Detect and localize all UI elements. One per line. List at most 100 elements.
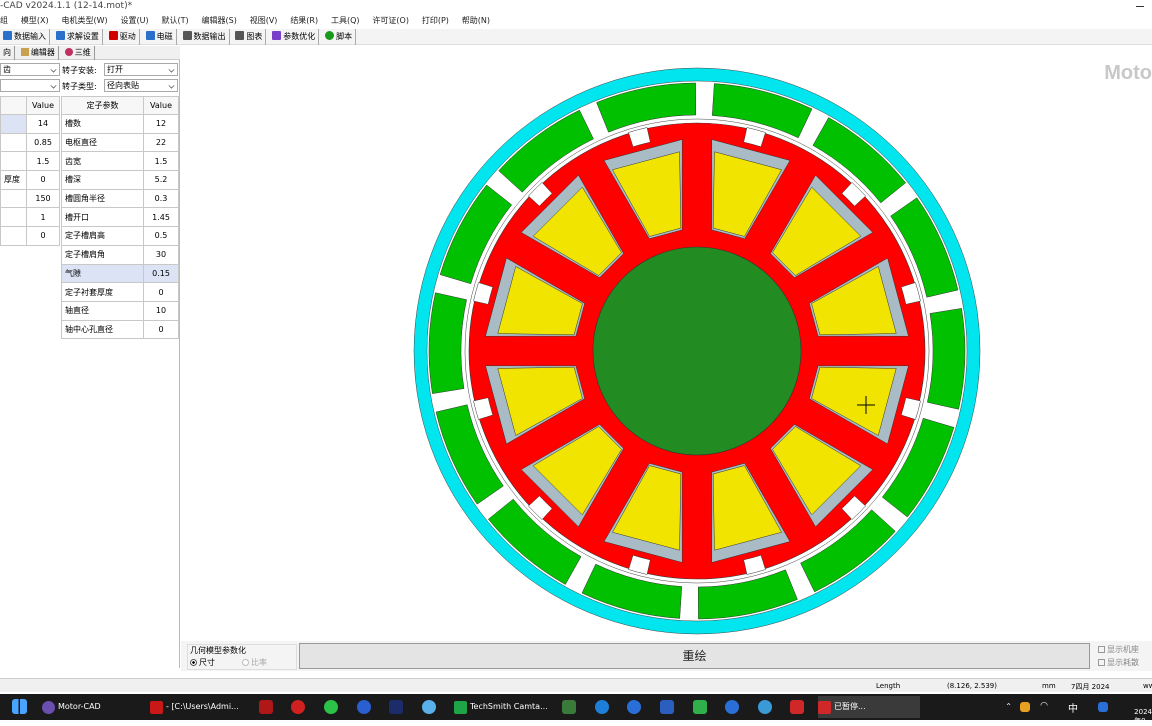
em-button[interactable]: 电磁 [143, 29, 177, 45]
param-value[interactable]: 10 [143, 300, 179, 321]
param-value[interactable]: 5.2 [143, 170, 179, 190]
table-row: 电枢直径 22 [61, 132, 179, 153]
redraw-button[interactable]: 重绘 [299, 643, 1090, 669]
taskbar-app-paused[interactable]: 已暂停... [818, 696, 920, 718]
table-row: 1.5 [0, 151, 60, 172]
table-row: 1 [0, 207, 60, 228]
tab-3d[interactable]: 三维 [62, 46, 95, 60]
photoshop-icon[interactable] [389, 700, 403, 714]
taskbar-app-motorcad[interactable]: Motor-CAD [42, 696, 140, 718]
script-button[interactable]: 脚本 [322, 29, 357, 45]
wechat-icon[interactable] [324, 700, 338, 714]
param-label: 槽圆角半径 [61, 188, 144, 209]
tab-radial[interactable]: 向 [0, 46, 15, 60]
rotor-type-select[interactable]: 径向表贴 [104, 79, 178, 92]
taskbar-app-camtasia[interactable]: TechSmith Camta... [454, 696, 554, 718]
qq-browser-icon[interactable] [725, 700, 739, 714]
left-select-2[interactable] [0, 79, 60, 92]
param-value[interactable]: 1.45 [143, 207, 179, 228]
ime-indicator[interactable]: 中 [1068, 700, 1078, 715]
param-label: 槽数 [61, 114, 144, 134]
param-value[interactable]: 0.15 [143, 263, 179, 284]
edge-icon[interactable] [595, 700, 609, 714]
menu-item[interactable]: 视图(V) [250, 14, 278, 28]
solver-settings-icon [55, 31, 65, 40]
status-bar: Length (8.126, 2.539) mm 7四月 2024 ww [0, 678, 1152, 692]
rotor-mount-label: 转子安装: [62, 66, 97, 75]
rotor-mount-select[interactable]: 打开 [104, 63, 178, 76]
show-housing-checkbox[interactable]: 显示机座 [1098, 644, 1139, 655]
param-value[interactable]: 0 [26, 170, 60, 190]
nx-icon[interactable] [259, 700, 273, 714]
param-value[interactable]: 0 [143, 319, 179, 340]
value-column-header: Value [26, 96, 60, 115]
motorcad-icon [42, 701, 55, 714]
param-value[interactable]: 1.5 [26, 151, 60, 172]
rotor-parameter-table: Value 14 0.85 1.5 厚度 0 150 1 0 [0, 96, 60, 246]
wps-icon[interactable] [790, 700, 804, 714]
menu-item[interactable]: 编辑器(S) [202, 14, 237, 28]
tray-app-icon[interactable] [1020, 702, 1030, 712]
app-icon[interactable] [660, 700, 674, 714]
windows-start-icon[interactable] [12, 699, 27, 714]
param-value[interactable]: 22 [143, 132, 179, 153]
taskbar-app-autocad[interactable]: - [C:\Users\Admi... [150, 696, 250, 718]
sogou-icon[interactable] [1098, 702, 1108, 712]
tab-editor[interactable]: 编辑器 [18, 46, 59, 60]
param-label: 齿宽 [61, 151, 144, 172]
param-value[interactable]: 0.5 [143, 226, 179, 246]
browser-icon[interactable] [627, 700, 641, 714]
recorder-icon [818, 701, 831, 714]
menu-item[interactable]: 设置(U) [121, 14, 149, 28]
chevron-up-icon[interactable]: ⌃ [1005, 702, 1012, 711]
iqiyi-icon[interactable] [693, 700, 707, 714]
optimisation-button[interactable]: 参数优化 [269, 29, 320, 45]
radio-dimension[interactable]: 尺寸 [190, 657, 215, 668]
solidworks-icon[interactable] [291, 700, 305, 714]
menu-item[interactable]: 默认(T) [162, 14, 189, 28]
param-value[interactable]: 1 [26, 207, 60, 228]
menu-item[interactable]: 组 [0, 14, 8, 28]
data-output-button[interactable]: 数据输出 [180, 29, 230, 45]
param-value[interactable]: 0.85 [26, 132, 60, 153]
menu-item[interactable]: 模型(X) [21, 14, 49, 28]
motor-cross-section[interactable] [181, 60, 1152, 640]
param-value[interactable]: 14 [26, 114, 60, 134]
wifi-icon[interactable]: ◠ [1040, 701, 1048, 711]
param-label: 轴直径 [61, 300, 144, 321]
param-value[interactable]: 0 [143, 282, 179, 302]
param-label: 厚度 [0, 170, 27, 190]
param-value[interactable]: 0.3 [143, 188, 179, 209]
param-label [0, 151, 27, 172]
param-value[interactable]: 12 [143, 114, 179, 134]
menu-item[interactable]: 电机类型(W) [61, 14, 107, 28]
left-select-1[interactable]: 齿 [0, 63, 60, 76]
minimize-icon[interactable] [1135, 1, 1145, 11]
graph-button[interactable]: 图表 [232, 29, 267, 45]
param-value[interactable]: 1.5 [143, 151, 179, 172]
eot-icon[interactable] [562, 700, 576, 714]
status-extra: ww [1143, 682, 1152, 690]
data-input-button[interactable]: 数据输入 [0, 29, 50, 45]
length-label: Length [876, 682, 901, 690]
motor-cross-section-view[interactable] [181, 60, 1152, 640]
parametrisation-label: 几何模型参数化 [190, 646, 246, 655]
search-app-icon[interactable] [357, 700, 371, 714]
menu-item[interactable]: 打印(P) [422, 14, 449, 28]
param-label: 定子槽肩角 [61, 244, 144, 265]
network-app-icon[interactable] [422, 700, 436, 714]
param-value[interactable]: 30 [143, 244, 179, 265]
solver-settings-button[interactable]: 求解设置 [53, 29, 103, 45]
menu-item[interactable]: 工具(Q) [331, 14, 360, 28]
drive-button[interactable]: 驱动 [106, 29, 140, 45]
cursor-coordinates: (8.126, 2.539) [947, 682, 997, 690]
menu-item[interactable]: 结果(R) [290, 14, 318, 28]
show-losses-checkbox[interactable]: 显示耗散 [1098, 657, 1139, 668]
param-value[interactable]: 0 [26, 226, 60, 246]
param-label [0, 188, 27, 209]
menu-item[interactable]: 许可证(O) [372, 14, 409, 28]
param-value[interactable]: 150 [26, 188, 60, 209]
radio-ratio[interactable]: 比率 [242, 657, 267, 668]
menu-item[interactable]: 帮助(N) [462, 14, 490, 28]
browser-2-icon[interactable] [758, 700, 772, 714]
